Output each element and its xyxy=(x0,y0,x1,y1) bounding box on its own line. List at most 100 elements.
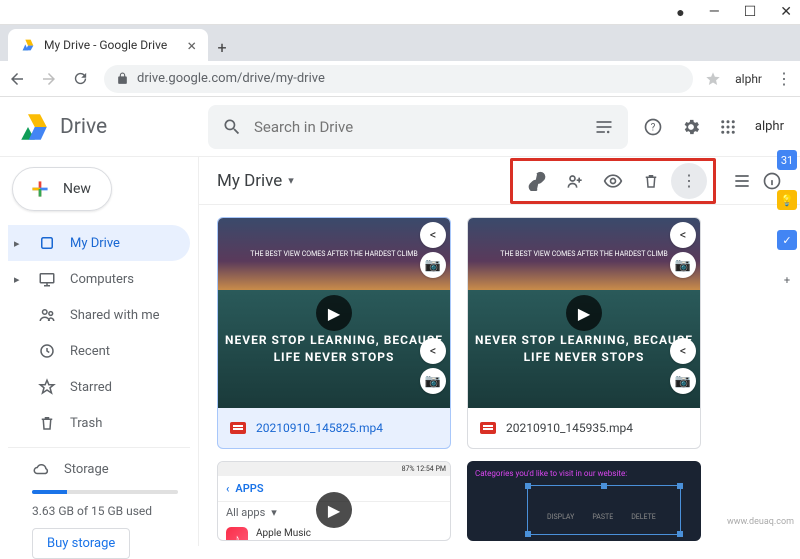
tasks-rail-icon[interactable]: ✓ xyxy=(777,230,797,250)
maximize-icon[interactable]: ☐ xyxy=(744,4,757,20)
camera-overlay-icon[interactable]: 📷 xyxy=(670,252,696,278)
sidebar-item-my-drive[interactable]: ▸ My Drive xyxy=(8,225,190,261)
sidebar-item-shared[interactable]: ▸ Shared with me xyxy=(8,297,190,333)
apple-music-icon: ♪ xyxy=(226,527,248,541)
ctx-label: DELETE xyxy=(631,513,656,521)
sidebar-item-storage[interactable]: Storage xyxy=(8,454,190,484)
forward-button[interactable] xyxy=(40,70,60,88)
url-text: drive.google.com/drive/my-drive xyxy=(137,71,325,86)
share-overlay-icon[interactable]: < xyxy=(420,338,446,364)
close-window-icon[interactable]: ✕ xyxy=(780,4,792,20)
file-name: 20210910_145825.mp4 xyxy=(256,421,383,435)
sidebar-item-recent[interactable]: ▸ Recent xyxy=(8,333,190,369)
share-overlay-icon[interactable]: < xyxy=(670,338,696,364)
lock-icon xyxy=(116,72,129,85)
list-view-button[interactable] xyxy=(732,171,752,191)
files-grid: THE BEST VIEW COMES AFTER THE HARDEST CL… xyxy=(199,205,800,546)
tab-close-icon[interactable]: × xyxy=(187,36,196,55)
phone-status-bar: 87% 12:54 PM xyxy=(218,462,450,476)
drive-logo-icon xyxy=(16,109,52,145)
sidebar-label: Trash xyxy=(70,416,102,431)
add-rail-icon[interactable]: + xyxy=(777,270,797,290)
more-actions-button[interactable]: ⋮ xyxy=(671,163,707,199)
drive-logo[interactable]: Drive xyxy=(16,109,196,145)
storage-label: Storage xyxy=(64,462,109,477)
plus-icon xyxy=(27,176,53,202)
camera-overlay-icon[interactable]: 📷 xyxy=(670,368,696,394)
browser-profile[interactable]: alphr xyxy=(735,72,762,86)
sidebar-item-starred[interactable]: ▸ Starred xyxy=(8,369,190,405)
search-input[interactable] xyxy=(254,118,582,136)
url-field[interactable]: drive.google.com/drive/my-drive xyxy=(104,65,693,93)
file-card[interactable]: Categories you'd like to visit in our we… xyxy=(467,461,701,541)
share-button[interactable] xyxy=(557,163,593,199)
sidebar-item-computers[interactable]: ▸ Computers xyxy=(8,261,190,297)
browser-tab-active[interactable]: My Drive - Google Drive × xyxy=(8,29,208,61)
file-label-row: 20210910_145825.mp4 xyxy=(218,408,450,448)
apps-heading: APPS xyxy=(235,482,263,495)
sidebar-item-trash[interactable]: ▸ Trash xyxy=(8,405,190,441)
back-button[interactable] xyxy=(8,70,28,88)
file-thumbnail: THE BEST VIEW COMES AFTER THE HARDEST CL… xyxy=(468,218,700,408)
keep-rail-icon[interactable]: 💡 xyxy=(777,190,797,210)
thumb-caption: THE BEST VIEW COMES AFTER THE HARDEST CL… xyxy=(468,218,700,290)
chevron-down-icon: ▾ xyxy=(271,506,277,519)
browser-menu-icon[interactable]: ⋮ xyxy=(776,69,792,88)
sidebar-label: Shared with me xyxy=(70,308,160,323)
file-thumbnail: THE BEST VIEW COMES AFTER THE HARDEST CL… xyxy=(218,218,450,408)
folder-title: My Drive xyxy=(217,171,282,191)
chevron-down-icon: ▾ xyxy=(288,174,294,187)
get-link-button[interactable] xyxy=(519,163,555,199)
storage-usage-text: 3.63 GB of 15 GB used xyxy=(8,500,190,528)
search-box[interactable] xyxy=(208,105,628,149)
window-controls: ● — ☐ ✕ xyxy=(0,0,800,25)
camera-overlay-icon[interactable]: 📷 xyxy=(420,368,446,394)
shared-icon xyxy=(38,306,56,324)
video-file-icon xyxy=(230,422,246,434)
file-label-row: 20210910_145935.mp4 xyxy=(468,408,700,448)
file-card[interactable]: THE BEST VIEW COMES AFTER THE HARDEST CL… xyxy=(217,217,451,449)
filter-label: All apps xyxy=(226,506,265,519)
folder-title-dropdown[interactable]: My Drive ▾ xyxy=(217,171,294,191)
sidebar-label: Computers xyxy=(70,272,134,287)
search-options-icon[interactable] xyxy=(594,117,614,137)
play-icon: ▶ xyxy=(566,295,602,331)
play-icon: ▶ xyxy=(316,492,352,528)
share-overlay-icon[interactable]: < xyxy=(420,222,446,248)
drive-brand-text: Drive xyxy=(60,115,107,139)
search-icon xyxy=(222,117,242,137)
my-drive-icon xyxy=(38,234,56,252)
new-button[interactable]: New xyxy=(12,167,112,211)
drive-favicon-icon xyxy=(20,37,36,53)
trash-icon xyxy=(38,414,56,432)
preview-button[interactable] xyxy=(595,163,631,199)
ctx-label: DISPLAY xyxy=(547,513,574,521)
camera-overlay-icon[interactable]: 📷 xyxy=(420,252,446,278)
cloud-icon xyxy=(32,460,50,478)
calendar-rail-icon[interactable]: 31 xyxy=(777,150,797,170)
file-card[interactable]: THE BEST VIEW COMES AFTER THE HARDEST CL… xyxy=(467,217,701,449)
context-menu: DISPLAY PASTE DELETE xyxy=(547,513,656,521)
browser-tab-bar: My Drive - Google Drive × + xyxy=(0,25,800,61)
reload-button[interactable] xyxy=(72,70,92,87)
apps-grid-icon[interactable] xyxy=(719,118,737,136)
sidebar-label: Recent xyxy=(70,344,110,359)
share-overlay-icon[interactable]: < xyxy=(670,222,696,248)
svg-text:?: ? xyxy=(651,122,656,133)
settings-icon[interactable] xyxy=(681,117,701,137)
address-bar: drive.google.com/drive/my-drive alphr ⋮ xyxy=(0,61,800,97)
chevron-right-icon: ▸ xyxy=(14,273,24,286)
file-card[interactable]: 87% 12:54 PM ‹ APPS All apps ▾ ♪ Apple M… xyxy=(217,461,451,541)
computers-icon xyxy=(38,270,56,288)
content-header: My Drive ▾ ⋮ xyxy=(199,157,800,205)
new-tab-button[interactable]: + xyxy=(208,33,236,61)
drive-profile[interactable]: alphr xyxy=(755,119,784,134)
bookmark-icon[interactable] xyxy=(705,71,721,87)
sidebar-label: Starred xyxy=(70,380,112,395)
ctx-label: PASTE xyxy=(592,513,613,521)
minimize-icon[interactable]: — xyxy=(709,4,720,20)
drive-header: Drive ? alphr xyxy=(0,97,800,157)
buy-storage-button[interactable]: Buy storage xyxy=(32,528,130,559)
support-icon[interactable]: ? xyxy=(643,117,663,137)
delete-button[interactable] xyxy=(633,163,669,199)
